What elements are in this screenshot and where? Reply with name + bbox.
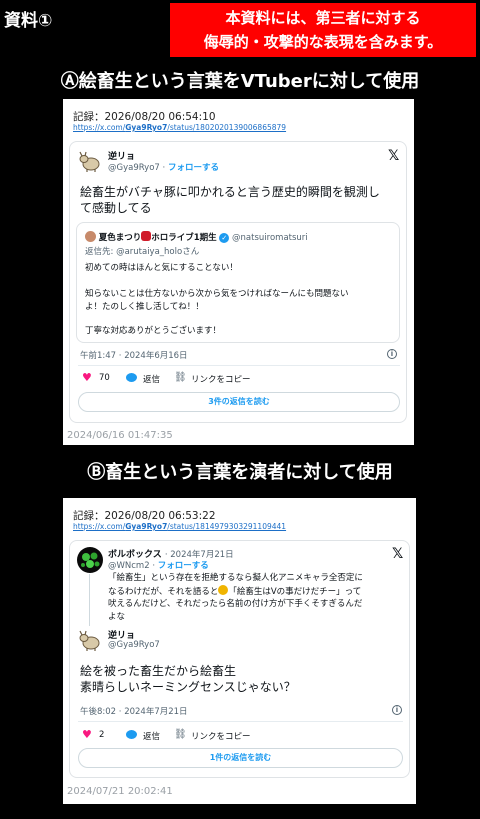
action-bar: ♥ 70 返信 ⛓ リンクをコピー (82, 371, 382, 387)
parent-line-4: よな (108, 612, 126, 622)
parent-line-3: 吠えるんだけど、それだったら名前の付け方が下手くそすぎるんだ (108, 599, 363, 609)
quote-line-3: よ！たのしく推し活してね！！ (85, 302, 204, 312)
section-a-screenshot: 記録：2026/08/20 06:54:10 https://x.com/Gya… (63, 99, 414, 445)
reply-label[interactable]: 返信 (143, 730, 160, 742)
section-a-heading-text: Ⓐ絵畜生という言葉をVTuberに対して使用 (60, 71, 420, 92)
content-warning-banner: 本資料には、第三者に対する 侮辱的・攻撃的な表現を含みます。 (170, 3, 476, 57)
x-logo-icon[interactable]: 𝕏 (388, 148, 399, 164)
reply-bubble-icon[interactable] (126, 730, 137, 740)
tweet-embed: ボルボックス · 2024年7月21日 @WNcm2 · フォローする 𝕏 「絵… (69, 540, 410, 778)
record-label: 記録：2026/08/20 06:53:22 (73, 510, 216, 522)
tweet-timestamp[interactable]: 午前1:47 · 2024年6月16日 (80, 349, 188, 361)
x-logo-icon[interactable]: 𝕏 (392, 546, 403, 562)
heart-emblem-icon (141, 231, 152, 241)
author-handle-line: @Gya9Ryo7 · フォローする (108, 163, 219, 173)
author-handle: @Gya9Ryo7 (108, 640, 160, 650)
like-count: 70 (99, 373, 110, 383)
read-replies-button[interactable]: 3件の返信を読む (78, 392, 400, 412)
tweet-text: 絵畜生がバチャ豚に叩かれると言う歴史的瞬間を観測し て感動してる (80, 185, 380, 215)
status-url[interactable]: https://x.com/Gya9Ryo7/status/1802020139… (73, 123, 286, 132)
quote-line-2: 知らないことは仕方ないから次から気をつければなーんにも問題ない (85, 289, 349, 299)
like-count: 2 (99, 730, 105, 740)
sunglasses-emoji-icon (218, 585, 229, 595)
page-label: 資料① (4, 11, 53, 31)
tweet-timestamp[interactable]: 午後8:02 · 2024年7月21日 (80, 705, 188, 717)
divider (78, 721, 403, 722)
info-icon[interactable]: i (387, 349, 397, 359)
section-a-heading: Ⓐ絵畜生という言葉をVTuberに対して使用 (0, 67, 480, 93)
quote-line-1: 初めての時はほんと気にすることない！ (85, 263, 238, 273)
goat-avatar-icon[interactable] (78, 630, 102, 652)
capture-timestamp: 2024/07/21 20:02:41 (67, 786, 173, 797)
parent-line-1: 「絵畜生」という存在を拒絶するなら擬人化アニメキャラ全否定に (108, 573, 363, 583)
read-replies-button[interactable]: 1件の返信を読む (78, 748, 403, 768)
warning-line-1: 本資料には、第三者に対する (225, 9, 421, 27)
parent-line-2: なるわけだが、それを語ると 「絵畜生はVの事だけだチー」って (108, 585, 362, 597)
follow-button[interactable]: フォローする (158, 561, 209, 571)
copy-link-label[interactable]: リンクをコピー (191, 373, 251, 385)
follow-button[interactable]: フォローする (168, 163, 219, 173)
parent-handle-line: @WNcm2 · フォローする (108, 561, 209, 571)
status-url[interactable]: https://x.com/Gya9Ryo7/status/1814979303… (73, 522, 286, 531)
goat-avatar-icon[interactable] (78, 151, 102, 173)
warning-line-2: 侮辱的・攻撃的な表現を含みます。 (203, 33, 443, 51)
record-label: 記録：2026/08/20 06:54:10 (73, 111, 216, 123)
info-icon[interactable]: i (392, 705, 402, 715)
divider (78, 365, 400, 366)
quote-avatar (85, 231, 96, 242)
quote-reply-to: 返信先: @arutaiya_holoさん (85, 247, 200, 257)
link-icon[interactable]: ⛓ (174, 372, 187, 383)
volvox-avatar-icon[interactable] (77, 547, 103, 573)
section-b-heading: Ⓑ畜生という言葉を演者に対して使用 (87, 462, 393, 483)
reply-label[interactable]: 返信 (143, 373, 160, 385)
tweet-embed: 逆リョ @Gya9Ryo7 · フォローする 𝕏 絵畜生がバチャ豚に叩かれると言… (69, 141, 407, 423)
verified-badge-icon: ✓ (219, 233, 230, 243)
tweet-text: 絵を被った畜生だから絵畜生 素晴らしいネーミングセンスじゃない？ (80, 664, 296, 694)
reply-bubble-icon[interactable] (126, 373, 137, 383)
copy-link-label[interactable]: リンクをコピー (191, 730, 251, 742)
quote-header: 夏色まつり ホロライブ1期生 ✓ @natsuiromatsuri (85, 231, 308, 245)
section-b-screenshot: 記録：2026/08/20 06:53:22 https://x.com/Gya… (63, 498, 416, 804)
quoted-tweet[interactable]: 夏色まつり ホロライブ1期生 ✓ @natsuiromatsuri 返信先: @a… (76, 222, 400, 343)
action-bar: ♥ 2 返信 ⛓ リンクをコピー (82, 728, 382, 744)
heart-icon[interactable]: ♥ (82, 371, 92, 384)
capture-timestamp: 2024/06/16 01:47:35 (67, 430, 173, 441)
thread-line (89, 574, 90, 626)
quote-line-4: 丁寧な対応ありがとうございます！ (85, 326, 222, 336)
link-icon[interactable]: ⛓ (174, 729, 187, 740)
heart-icon[interactable]: ♥ (82, 728, 92, 741)
